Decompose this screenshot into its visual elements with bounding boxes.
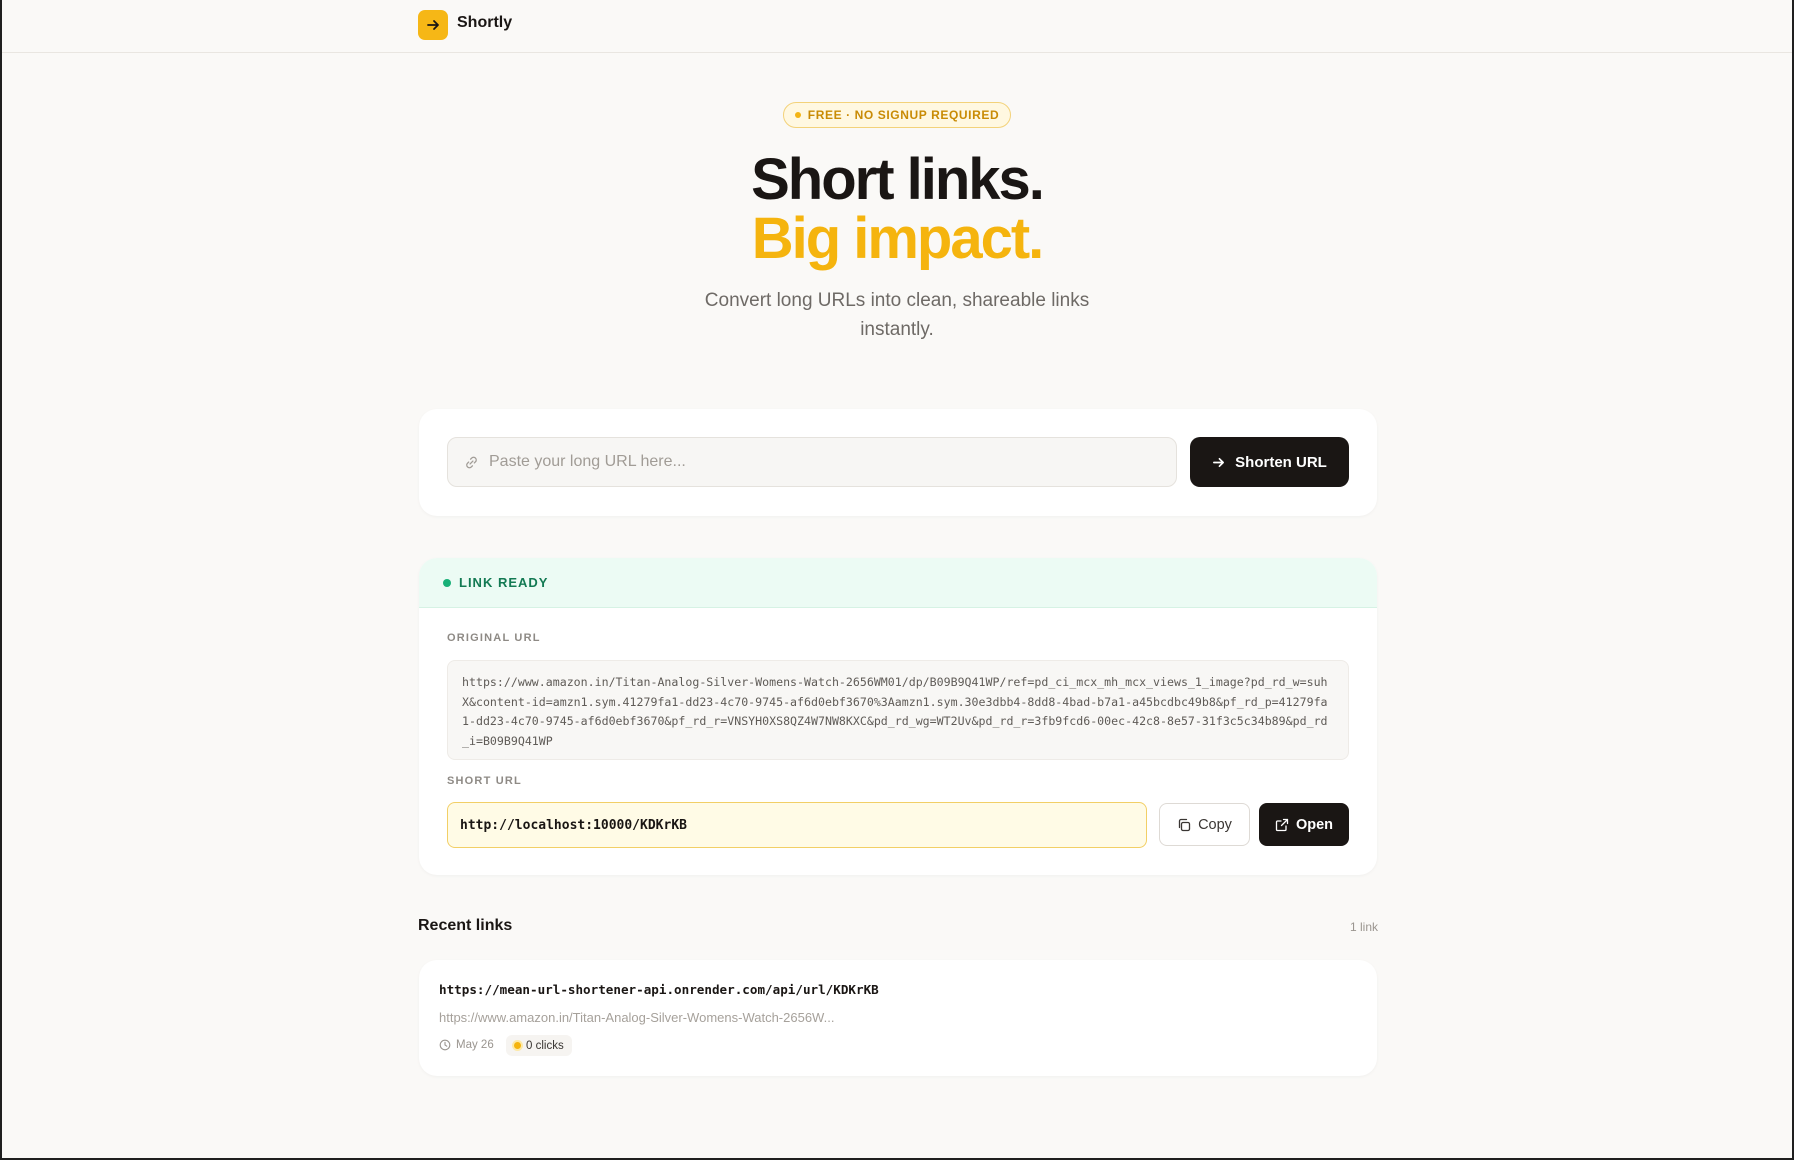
long-url-input[interactable] <box>489 453 1149 471</box>
short-url-field[interactable]: http://localhost:10000/KDKrKB <box>447 802 1147 848</box>
hero-title-line-1: Short links. <box>751 147 1045 212</box>
list-item[interactable]: https://mean-url-shortener-api.onrender.… <box>419 960 1377 1076</box>
clicks-badge: 0 clicks <box>506 1035 572 1056</box>
recent-links-count: 1 link <box>1349 920 1378 934</box>
clock-icon <box>439 1039 451 1051</box>
badge-dot <box>794 112 801 118</box>
clicks-dot <box>514 1042 521 1049</box>
free-badge: FREE · NO SIGNUP REQUIRED <box>783 102 1011 128</box>
badge-text: FREE · NO SIGNUP REQUIRED <box>807 108 1000 122</box>
short-url-value: http://localhost:10000/KDKrKB <box>460 817 687 833</box>
link-icon <box>466 456 477 468</box>
shorten-url-button[interactable]: Shorten URL <box>1190 437 1349 487</box>
hero-subtitle: Convert long URLs into clean, shareable … <box>704 290 1090 340</box>
copy-button[interactable]: Copy <box>1159 803 1250 846</box>
brand-name[interactable]: Shortly <box>457 14 512 32</box>
short-url-label: SHORT URL <box>447 775 522 787</box>
copy-icon <box>1178 818 1191 831</box>
recent-links-title: Recent links <box>418 917 513 934</box>
original-url-value: https://www.amazon.in/Titan-Analog-Silve… <box>447 660 1349 760</box>
top-nav: Shortly <box>2 0 1792 53</box>
clicks-text: 0 clicks <box>526 1039 564 1052</box>
logo[interactable] <box>418 10 448 40</box>
open-label: Open <box>1295 816 1334 833</box>
recent-date: May 26 <box>439 1035 494 1055</box>
recent-short-url[interactable]: https://mean-url-shortener-api.onrender.… <box>439 982 879 997</box>
copy-label: Copy <box>1198 816 1232 833</box>
url-input-wrapper[interactable] <box>447 437 1177 487</box>
shorten-url-label: Shorten URL <box>1235 453 1327 471</box>
arrow-right-icon <box>427 20 439 30</box>
link-ready-label: LINK READY <box>459 575 549 590</box>
shorten-form-card: Shorten URL <box>419 409 1377 516</box>
arrow-right-icon <box>1213 457 1225 467</box>
status-dot <box>443 578 451 587</box>
original-url-label: ORIGINAL URL <box>447 632 541 644</box>
result-header: LINK READY <box>419 558 1377 608</box>
hero-title-line-2: Big impact. <box>751 206 1045 271</box>
open-button[interactable]: Open <box>1259 803 1349 846</box>
recent-original-url: https://www.amazon.in/Titan-Analog-Silve… <box>439 1010 835 1025</box>
recent-date-text: May 26 <box>456 1039 494 1051</box>
external-link-icon <box>1275 818 1289 831</box>
result-card: LINK READY ORIGINAL URL https://www.amaz… <box>419 558 1377 875</box>
